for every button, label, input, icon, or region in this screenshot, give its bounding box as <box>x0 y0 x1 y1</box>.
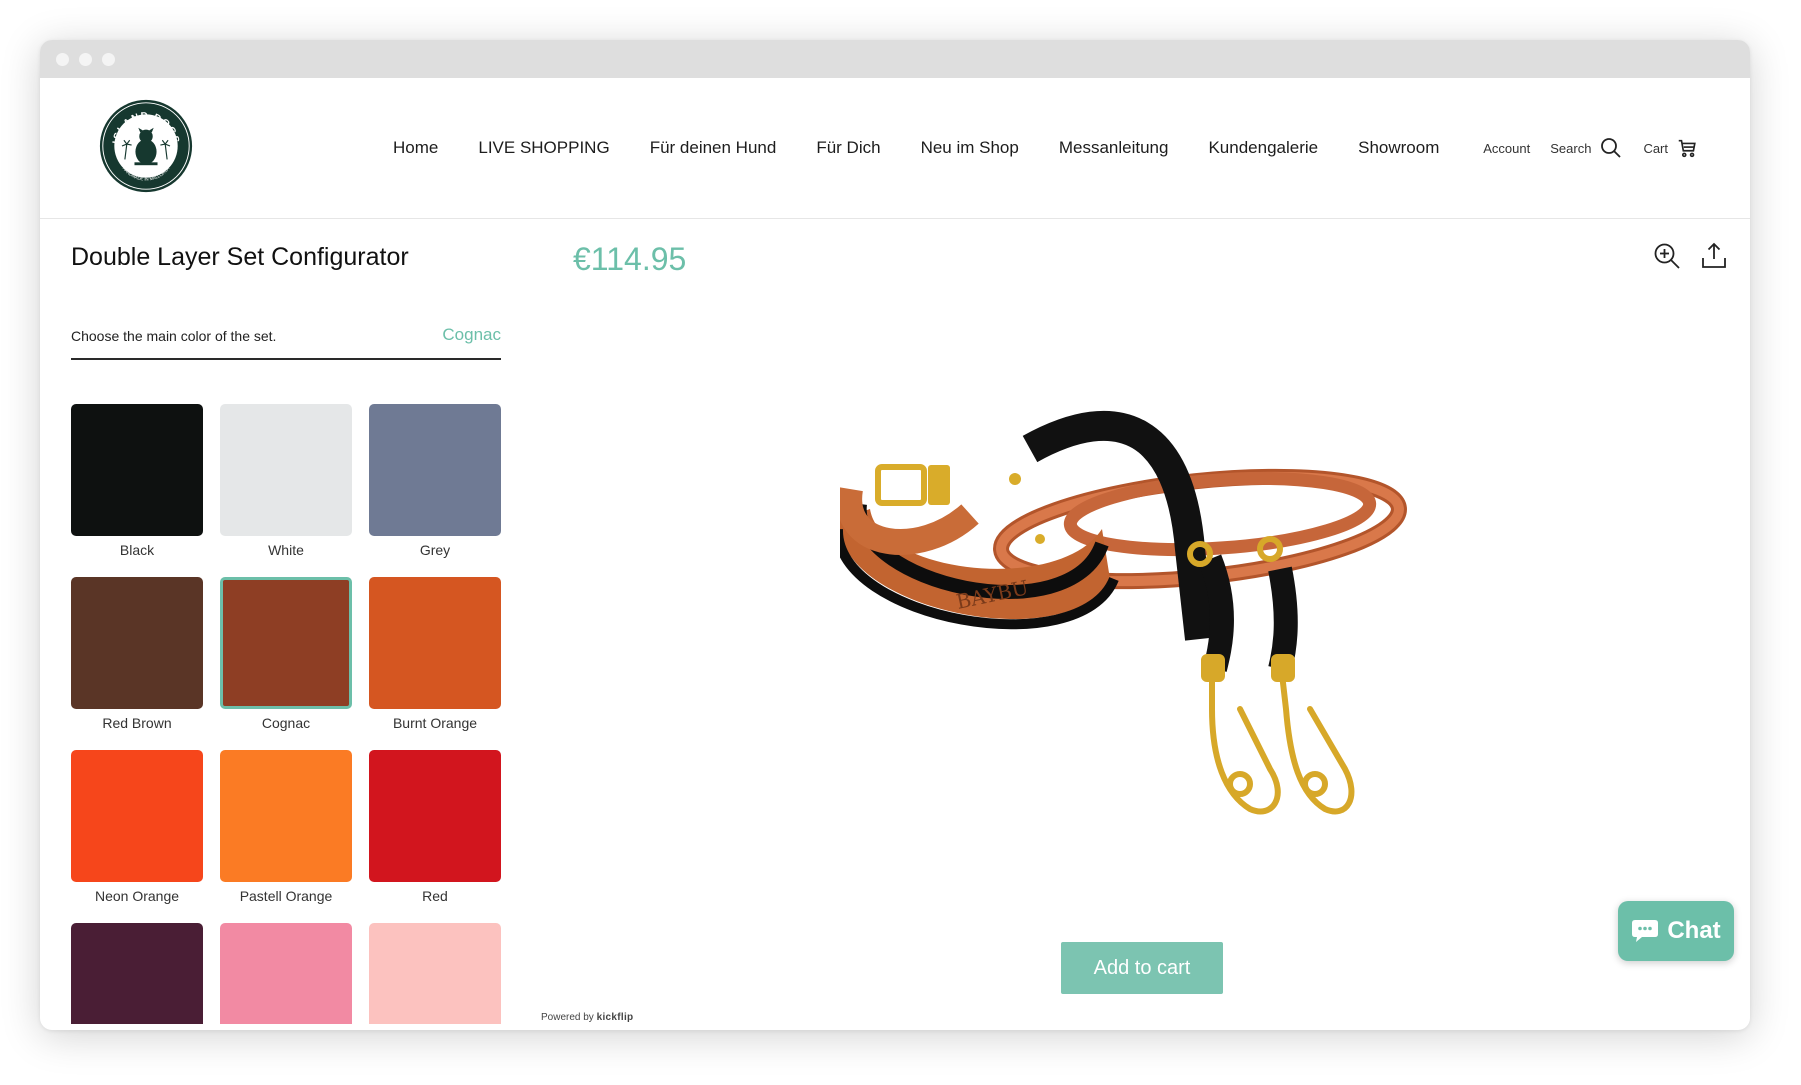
swatch-white[interactable]: White <box>220 404 352 558</box>
swatch-label: Red Brown <box>102 715 172 731</box>
nav-item-home[interactable]: Home <box>393 138 438 158</box>
window-minimize-dot[interactable] <box>79 52 92 66</box>
nav-item-live-shopping[interactable]: LIVE SHOPPING <box>478 138 609 158</box>
swatch-cognac[interactable]: Cognac <box>220 577 352 731</box>
nav-item-kundengalerie[interactable]: Kundengalerie <box>1208 138 1318 158</box>
nav-item-messanleitung[interactable]: Messanleitung <box>1059 138 1169 158</box>
swatch-red-brown[interactable]: Red Brown <box>71 577 203 731</box>
nav-item-showroom[interactable]: Showroom <box>1358 138 1439 158</box>
swatch-chip <box>220 404 352 536</box>
configurator-main: Double Layer Set Configurator €114.95 Ch… <box>40 219 1750 1030</box>
swatch-chip <box>220 923 352 1024</box>
swatch-chip <box>220 750 352 882</box>
color-option-header[interactable]: Choose the main color of the set. Cognac <box>71 325 501 360</box>
swatch-aubergine[interactable] <box>71 923 203 1024</box>
collar-buckle <box>875 464 927 506</box>
chat-label: Chat <box>1667 917 1721 944</box>
swatch-label: Grey <box>419 542 451 558</box>
swatch-chip <box>71 404 203 536</box>
header-utilities: Account Search Cart <box>1483 78 1698 218</box>
nav-item-fuer-deinen-hund[interactable]: Für deinen Hund <box>650 138 777 158</box>
account-label: Account <box>1483 140 1531 156</box>
window-maximize-dot[interactable] <box>102 52 115 66</box>
swatch-pastel-pink[interactable] <box>369 923 501 1024</box>
swatch-grey[interactable]: Grey <box>369 404 501 558</box>
main-nav: Home LIVE SHOPPING Für deinen Hund Für D… <box>393 78 1479 218</box>
option-selected-value: Cognac <box>442 325 501 344</box>
search-icon <box>1601 138 1622 158</box>
swatch-chip <box>369 404 501 536</box>
swatch-label: Pastell Orange <box>239 888 333 904</box>
swatch-black[interactable]: Black <box>71 404 203 558</box>
swatch-label: Burnt Orange <box>392 715 478 731</box>
swatch-label: White <box>268 542 304 558</box>
account-link[interactable]: Account <box>1483 141 1530 156</box>
share-icon[interactable] <box>1699 241 1729 271</box>
swatch-label: Neon Orange <box>94 888 180 904</box>
option-label: Choose the main color of the set. <box>71 328 277 344</box>
search-label: Search <box>1550 140 1592 156</box>
powered-prefix: Powered by <box>541 1012 594 1023</box>
collar: BAYBU <box>840 464 1119 630</box>
island-dogs-logo[interactable]: ISLAND DOGS HANDMADE IN MALLORCA <box>98 98 194 194</box>
chat-button[interactable]: Chat <box>1618 901 1734 961</box>
swatch-chip-selected <box>220 577 352 709</box>
browser-window: ISLAND DOGS HANDMADE IN MALLORCA Home LI… <box>40 40 1750 1030</box>
swatch-label: Black <box>119 542 155 558</box>
swatch-burnt-orange[interactable]: Burnt Orange <box>369 577 501 731</box>
cart-link[interactable]: Cart <box>1643 137 1698 159</box>
cart-icon <box>1678 139 1696 158</box>
swatch-pink[interactable] <box>220 923 352 1024</box>
swatch-label: Red <box>422 888 448 904</box>
chat-bubble-icon <box>1632 920 1659 942</box>
window-titlebar <box>40 40 1750 78</box>
product-price: €114.95 <box>573 241 687 277</box>
nav-item-neu-im-shop[interactable]: Neu im Shop <box>921 138 1019 158</box>
powered-by-kickflip[interactable]: Powered by kickflip <box>541 1012 633 1023</box>
page-title: Double Layer Set Configurator <box>71 243 409 271</box>
swatch-chip <box>71 577 203 709</box>
swatch-chip <box>71 923 203 1024</box>
swatch-chip <box>369 923 501 1024</box>
add-to-cart-button[interactable]: Add to cart <box>1061 942 1223 994</box>
swatch-red[interactable]: Red <box>369 750 501 904</box>
window-close-dot[interactable] <box>56 52 69 66</box>
nav-item-fuer-dich[interactable]: Für Dich <box>816 138 880 158</box>
color-swatch-grid: Black White Grey Red Brown Cognac Burnt … <box>71 404 503 1024</box>
swatch-label: Cognac <box>261 715 311 731</box>
powered-brand: kickflip <box>596 1012 634 1023</box>
swatch-neon-orange[interactable]: Neon Orange <box>71 750 203 904</box>
cart-label: Cart <box>1643 140 1668 156</box>
swatch-pastell-orange[interactable]: Pastell Orange <box>220 750 352 904</box>
zoom-in-icon[interactable] <box>1652 241 1682 271</box>
swatch-chip <box>71 750 203 882</box>
swatch-chip <box>369 750 501 882</box>
swatch-chip <box>369 577 501 709</box>
site-header: ISLAND DOGS HANDMADE IN MALLORCA Home LI… <box>40 78 1750 219</box>
search-link[interactable]: Search <box>1550 136 1623 160</box>
product-image[interactable]: BAYBU <box>840 409 1460 849</box>
